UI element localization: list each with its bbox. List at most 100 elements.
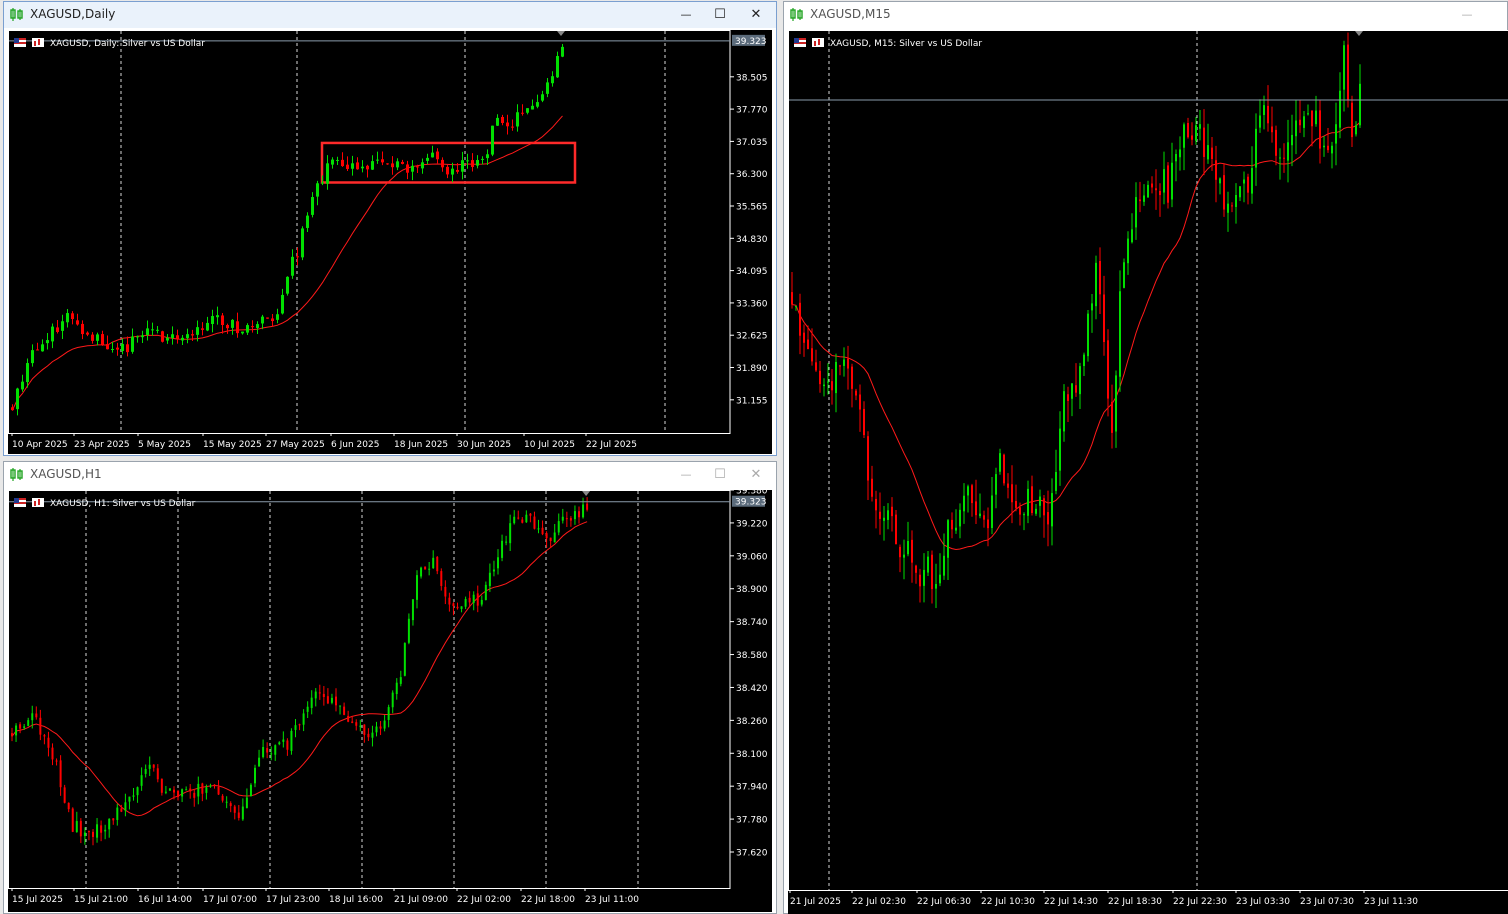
m15-title-bar[interactable]: XAGUSD,M15 —	[784, 2, 1507, 28]
x-tick-label: 22 Jul 02:30	[852, 897, 906, 907]
m15-chart[interactable]: 21 Jul 2025 22 Jul 02:30 22 Jul 06:30 22 Ju…	[788, 30, 1508, 914]
candle	[76, 313, 79, 326]
candle-body	[1295, 120, 1297, 137]
candle-body	[31, 350, 34, 364]
candle-body	[166, 337, 169, 341]
maximize-button[interactable]: ☐	[707, 5, 733, 25]
daily-chart[interactable]: 38.505 37.770 37.035 36.300 35.565 34.830 34.0…	[8, 30, 772, 454]
last-bar-marker	[582, 491, 591, 496]
candle-body	[11, 733, 13, 737]
candle-body	[152, 764, 155, 768]
candle-body	[549, 537, 552, 542]
minimize-button[interactable]: —	[673, 465, 699, 485]
daily-chart-svg[interactable]: 38.505 37.770 37.035 36.300 35.565 34.830 34.0…	[8, 30, 772, 454]
candle	[251, 320, 254, 333]
candle-body	[460, 606, 463, 609]
candle	[381, 151, 384, 166]
candle	[411, 599, 414, 626]
candle-body	[335, 696, 337, 706]
candle-body	[326, 696, 329, 704]
candle	[565, 511, 568, 527]
daily-chart-window[interactable]: XAGUSD,Daily — ☐ ✕ 38.505 37.770 37.035 36.…	[3, 1, 777, 456]
candle	[1051, 478, 1053, 546]
candle-body	[61, 321, 64, 331]
maximize-button[interactable]: ☐	[707, 465, 733, 485]
candle-body	[306, 706, 309, 712]
candle-body	[1219, 178, 1221, 184]
candle-body	[291, 256, 294, 276]
candle	[521, 104, 524, 116]
candle	[1307, 104, 1309, 116]
m15-chart-svg[interactable]: 21 Jul 2025 22 Jul 02:30 22 Jul 06:30 22 Ju…	[788, 30, 1508, 914]
candle	[1267, 85, 1269, 132]
candle-body	[871, 478, 873, 497]
candle-body	[399, 677, 402, 684]
candle-body	[367, 733, 370, 738]
h1-title-bar[interactable]: XAGUSD,H1 — ☐ ✕	[4, 462, 776, 488]
candle-body	[160, 778, 163, 793]
candle-body	[39, 717, 42, 735]
candle-body	[1331, 145, 1333, 154]
chart-icon-bar	[814, 41, 816, 46]
close-button[interactable]: ✕	[743, 5, 769, 25]
candle-body	[1207, 145, 1209, 160]
candle	[1135, 182, 1137, 240]
candle-body	[991, 495, 993, 529]
candle-body	[156, 329, 159, 331]
candle	[867, 431, 869, 501]
minimize-button[interactable]: —	[1454, 5, 1480, 25]
candle	[1335, 102, 1337, 166]
candle	[1291, 114, 1293, 167]
moving-average-line	[791, 121, 1361, 551]
candle-body	[1279, 157, 1281, 159]
candle-body	[81, 323, 84, 335]
candle-body	[831, 381, 833, 391]
candle-body	[302, 713, 305, 725]
candle	[322, 686, 325, 706]
m15-chart-window[interactable]: XAGUSD,M15 — 21 Jul 2025 22 Jul 02:30 22 J…	[783, 1, 1508, 914]
candle-body	[899, 546, 901, 558]
candle	[245, 788, 248, 809]
candle-body	[189, 788, 192, 792]
candle-body	[310, 697, 313, 708]
candle	[131, 328, 134, 354]
candle	[359, 719, 362, 732]
candle	[189, 784, 192, 799]
candle	[1075, 363, 1077, 397]
h1-chart-svg[interactable]: 39.380 39.220 39.060 38.900 38.740 38.580 38.4…	[8, 490, 772, 912]
h1-chart[interactable]: 39.380 39.220 39.060 38.900 38.740 38.580 38.4…	[8, 490, 772, 912]
x-tick-label: 22 Jul 10:30	[981, 897, 1035, 907]
candle	[140, 767, 143, 791]
candle	[75, 811, 78, 833]
candle	[186, 328, 189, 344]
minimize-button[interactable]: —	[673, 5, 699, 25]
candle-body	[209, 785, 212, 787]
candle-body	[271, 318, 274, 322]
candle	[96, 332, 99, 346]
candle-body	[995, 474, 997, 495]
moving-average-line	[12, 115, 563, 411]
candle	[943, 533, 945, 580]
candle-body	[386, 163, 389, 165]
candle-body	[1163, 169, 1165, 193]
candle-body	[168, 788, 171, 791]
candle-body	[379, 726, 382, 729]
candle-body	[823, 384, 825, 387]
candle	[266, 742, 269, 759]
candle-body	[106, 344, 109, 350]
candle	[1203, 109, 1205, 176]
daily-title-bar[interactable]: XAGUSD,Daily — ☐ ✕	[4, 2, 776, 28]
h1-chart-window[interactable]: XAGUSD,H1 — ☐ ✕ 39.380 39.220 39.060 38.900…	[3, 461, 777, 914]
candle	[486, 149, 489, 165]
candle	[1175, 149, 1177, 182]
candle-body	[1031, 486, 1033, 514]
candle-body	[100, 825, 103, 833]
candle	[1151, 176, 1153, 194]
candle-body	[87, 831, 90, 833]
candle-body	[341, 159, 344, 167]
close-button[interactable]: ✕	[743, 465, 769, 485]
candle-body	[355, 722, 358, 726]
candle-body	[1023, 514, 1025, 516]
candle-body	[286, 740, 289, 750]
candle	[424, 566, 427, 570]
